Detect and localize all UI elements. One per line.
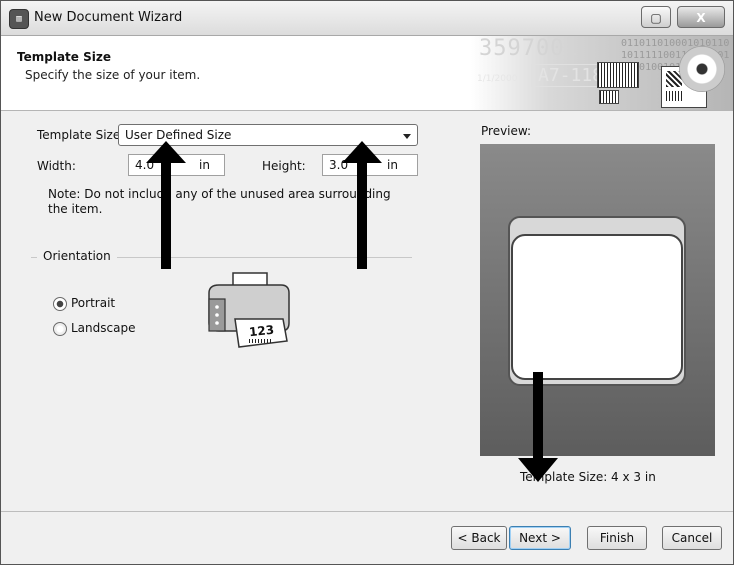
back-button[interactable]: < Back bbox=[451, 526, 507, 550]
template-size-label: Template Size: bbox=[37, 128, 125, 142]
small-barcode-icon bbox=[599, 90, 619, 104]
orientation-group-label: Orientation bbox=[37, 249, 117, 263]
height-label: Height: bbox=[262, 159, 306, 173]
arrow-up-icon bbox=[146, 141, 186, 272]
height-unit: in bbox=[387, 158, 398, 172]
width-unit: in bbox=[199, 158, 210, 172]
label-preview bbox=[511, 234, 683, 380]
arrow-up-icon bbox=[342, 141, 382, 272]
arrow-down-icon bbox=[518, 372, 558, 485]
portrait-label[interactable]: Portrait bbox=[71, 296, 115, 310]
landscape-radio[interactable] bbox=[53, 322, 67, 336]
footer-divider bbox=[1, 511, 733, 512]
banner-date: 1/1/2000 bbox=[477, 74, 518, 84]
step-title: Template Size bbox=[17, 50, 111, 64]
template-size-value: User Defined Size bbox=[125, 128, 232, 142]
wizard-header: Template Size Specify the size of your i… bbox=[1, 36, 733, 111]
preview-caption: Preview: bbox=[481, 124, 532, 138]
banner-number: 3597001 bbox=[479, 36, 579, 61]
chevron-down-icon bbox=[403, 134, 411, 139]
app-icon: ▥ bbox=[9, 9, 29, 29]
step-subtitle: Specify the size of your item. bbox=[25, 68, 201, 82]
close-button[interactable]: X bbox=[677, 6, 725, 28]
next-button[interactable]: Next > bbox=[509, 526, 571, 550]
landscape-label[interactable]: Landscape bbox=[71, 321, 135, 335]
portrait-radio[interactable] bbox=[53, 297, 67, 311]
header-banner: 3597001 1/1/2000 A7-118 0110110100010101… bbox=[471, 36, 733, 110]
cancel-button[interactable]: Cancel bbox=[662, 526, 722, 550]
printer-label-text: 123 bbox=[248, 322, 275, 340]
width-label: Width: bbox=[37, 159, 76, 173]
wizard-window: ▥ New Document Wizard ▢ X Template Size … bbox=[0, 0, 734, 565]
title-bar[interactable]: ▥ New Document Wizard ▢ X bbox=[1, 1, 733, 36]
finish-button[interactable]: Finish bbox=[587, 526, 647, 550]
printer-icon: 123 bbox=[201, 271, 291, 351]
window-title: New Document Wizard bbox=[34, 10, 183, 25]
barcode-label-icon bbox=[597, 62, 639, 88]
restore-button[interactable]: ▢ bbox=[641, 6, 671, 28]
disc-icon bbox=[679, 46, 725, 92]
preview-panel bbox=[480, 144, 715, 456]
